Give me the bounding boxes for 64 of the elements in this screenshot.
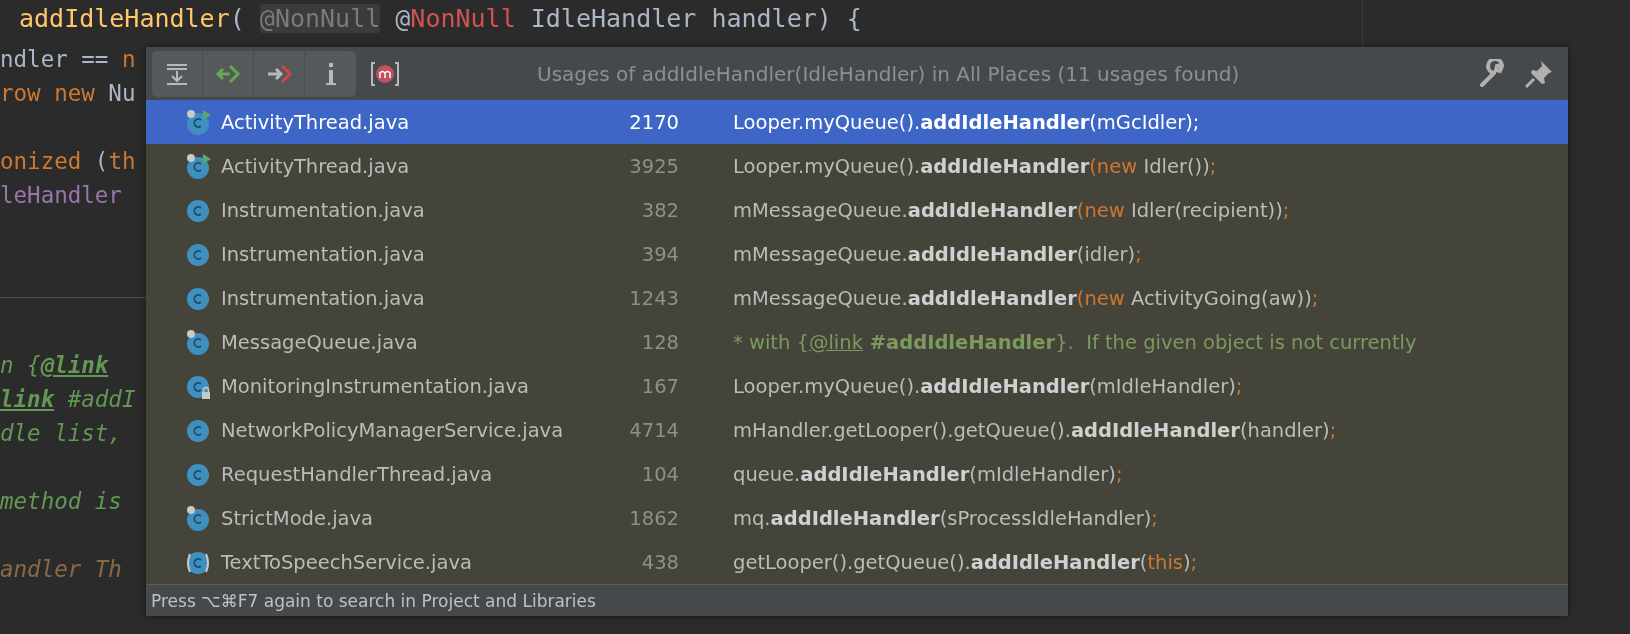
code-line: row new Nu <box>0 79 136 108</box>
file-name: MessageQueue.java <box>221 330 419 354</box>
info-icon <box>323 60 338 87</box>
file-name: ActivityThread.java <box>221 110 411 134</box>
code-snippet: Looper.myQueue().addIdleHandler(new Idler()); <box>733 154 1217 178</box>
file-name: TextToSpeechService.java <box>221 550 473 574</box>
line-number: 394 <box>640 242 679 266</box>
code-line: link #addI <box>0 385 136 414</box>
code-line: ndler == n <box>0 45 136 74</box>
usage-row[interactable]: ActivityThread.java 2170 Looper.myQueue().addIdleHandler(mGcIdler); <box>146 100 1568 144</box>
file-name: RequestHandlerThread.java <box>221 462 494 486</box>
file-name: Instrumentation.java <box>221 198 426 222</box>
line-number: 2170 <box>628 110 679 134</box>
popup-title: Usages of addIdleHandler(IdleHandler) in All Places (11 usages found) <box>537 61 1240 86</box>
code-snippet: mMessageQueue.addIdleHandler(idler); <box>733 242 1142 266</box>
file-name: MonitoringInstrumentation.java <box>221 374 530 398</box>
code-line: onized (th <box>0 147 136 176</box>
usage-row[interactable]: Instrumentation.java 382 mMessageQueue.addIdleHandler(new Idler(recipient)); <box>146 188 1568 232</box>
code-snippet: mq.addIdleHandler(sProcessIdleHandler); <box>733 506 1158 530</box>
line-number: 1243 <box>628 286 679 310</box>
code-snippet: Looper.myQueue().addIdleHandler(mIdleHandler); <box>733 374 1243 398</box>
usage-row[interactable]: MessageQueue.java 128 * with {@link #addIdleHandler}. If the given object is not currently <box>146 320 1568 364</box>
class-icon <box>184 152 212 180</box>
usage-row[interactable]: ActivityThread.java 3925 Looper.myQueue().addIdleHandler(new Idler()); <box>146 144 1568 188</box>
line-number: 438 <box>640 550 679 574</box>
class-icon <box>184 108 212 136</box>
code-snippet: mHandler.getLooper().getQueue().addIdleHandler(handler); <box>733 418 1337 442</box>
usage-row[interactable]: Instrumentation.java 1243 mMessageQueue.addIdleHandler(new ActivityGoing(aw)); <box>146 276 1568 320</box>
file-name: Instrumentation.java <box>221 242 426 266</box>
pin-icon[interactable] <box>1524 58 1554 89</box>
usage-row[interactable]: TextToSpeechService.java 438 getLooper().getQueue().addIdleHandler(this); <box>146 540 1568 584</box>
usage-row[interactable]: Instrumentation.java 394 mMessageQueue.addIdleHandler(idler); <box>146 232 1568 276</box>
code-line: addIdleHandler( @NonNull @NonNull IdleHandler handler) { <box>18 3 862 35</box>
code-line: andler Th <box>0 555 122 584</box>
usage-row[interactable]: MonitoringInstrumentation.java 167 Looper.myQueue().addIdleHandler(mIdleHandler); <box>146 364 1568 408</box>
usage-row[interactable]: StrictMode.java 1862 mq.addIdleHandler(sProcessIdleHandler); <box>146 496 1568 540</box>
code-line: dle list, <box>0 419 122 448</box>
line-number: 104 <box>640 462 679 486</box>
class-icon <box>184 504 212 532</box>
code-snippet: mMessageQueue.addIdleHandler(new Idler(recipient)); <box>733 198 1290 222</box>
method-icon <box>370 59 400 88</box>
code-line: leHandler <box>0 181 122 210</box>
file-name: NetworkPolicyManagerService.java <box>221 418 565 442</box>
usage-row[interactable]: RequestHandlerThread.java 104 queue.addIdleHandler(mIdleHandler); <box>146 452 1568 496</box>
code-line: n {@link <box>0 351 109 380</box>
file-name: StrictMode.java <box>221 506 374 530</box>
code-snippet: * with {@link #addIdleHandler}. If the given object is not currently <box>733 330 1417 354</box>
line-number: 1862 <box>628 506 679 530</box>
class-icon <box>184 328 212 356</box>
code-snippet: mMessageQueue.addIdleHandler(new ActivityGoing(aw)); <box>733 286 1319 310</box>
line-number: 382 <box>640 198 679 222</box>
code-snippet: Looper.myQueue().addIdleHandler(mGcIdler); <box>733 110 1200 134</box>
code-snippet: queue.addIdleHandler(mIdleHandler); <box>733 462 1123 486</box>
usage-row[interactable]: NetworkPolicyManagerService.java 4714 mHandler.getLooper().getQueue().addIdleHandler(handler); <box>146 408 1568 452</box>
line-number: 128 <box>640 330 679 354</box>
line-number: 4714 <box>628 418 679 442</box>
file-name: Instrumentation.java <box>221 286 426 310</box>
file-name: ActivityThread.java <box>221 154 411 178</box>
code-snippet: getLooper().getQueue().addIdleHandler(this); <box>733 550 1198 574</box>
line-number: 167 <box>640 374 679 398</box>
code-line: method is <box>0 487 122 516</box>
download-icon <box>164 61 190 86</box>
footer-hint: Press ⌥⌘F7 again to search in Project and Libraries <box>151 590 596 611</box>
line-number: 3925 <box>628 154 679 178</box>
